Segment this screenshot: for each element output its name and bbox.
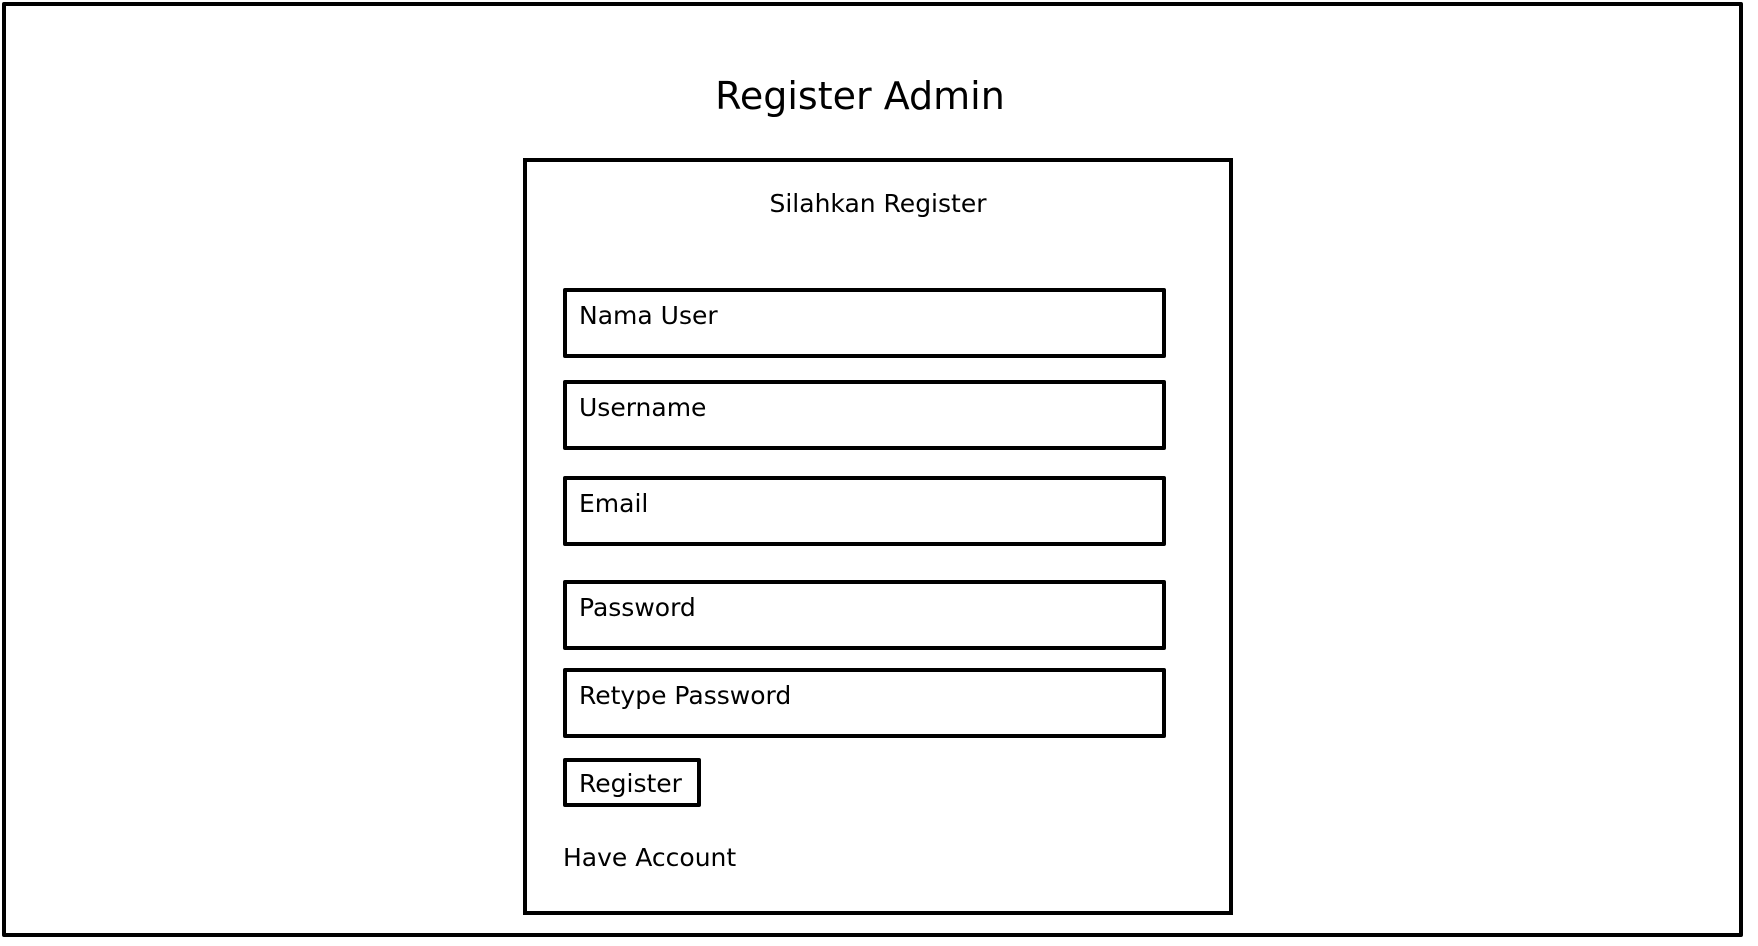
nama-user-field[interactable]: Nama User xyxy=(563,288,1166,358)
password-field[interactable]: Password xyxy=(563,580,1166,650)
retype-password-placeholder: Retype Password xyxy=(579,681,792,710)
email-placeholder: Email xyxy=(579,489,649,518)
username-placeholder: Username xyxy=(579,393,707,422)
nama-user-placeholder: Nama User xyxy=(579,301,718,330)
form-heading: Silahkan Register xyxy=(769,189,987,218)
register-button[interactable]: Register xyxy=(563,758,701,807)
email-field[interactable]: Email xyxy=(563,476,1166,546)
register-button-label: Register xyxy=(579,769,682,798)
username-field[interactable]: Username xyxy=(563,380,1166,450)
password-placeholder: Password xyxy=(579,593,696,622)
page-title: Register Admin xyxy=(715,74,1005,118)
have-account-link[interactable]: Have Account xyxy=(563,842,736,874)
retype-password-field[interactable]: Retype Password xyxy=(563,668,1166,738)
register-form: Silahkan Register Nama User Username Ema… xyxy=(523,158,1233,915)
